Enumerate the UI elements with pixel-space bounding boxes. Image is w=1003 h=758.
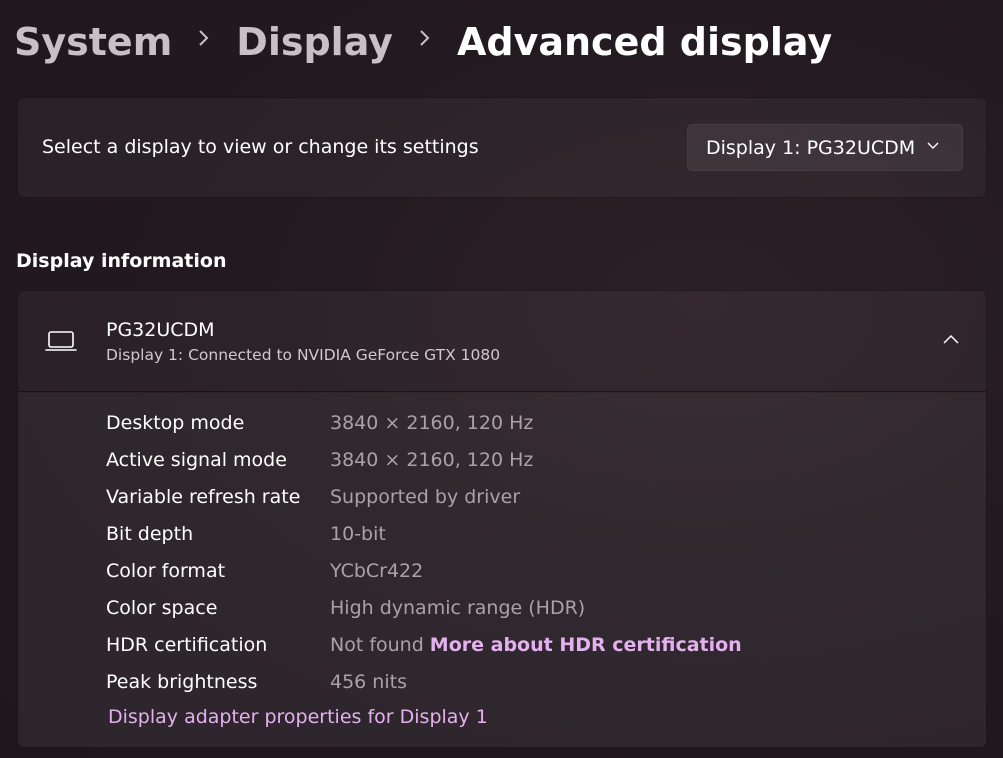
chevron-right-icon xyxy=(198,28,210,53)
info-row-variable-refresh-rate: Variable refresh rate Supported by drive… xyxy=(106,482,520,512)
info-row-peak-brightness: Peak brightness 456 nits xyxy=(106,667,407,697)
info-label: Active signal mode xyxy=(106,449,287,471)
info-row-color-space: Color space High dynamic range (HDR) xyxy=(106,593,585,623)
monitor-name: PG32UCDM xyxy=(106,319,215,341)
monitor-connection-subtitle: Display 1: Connected to NVIDIA GeForce G… xyxy=(106,346,501,364)
info-value: 3840 × 2160, 120 Hz xyxy=(330,412,534,434)
info-label: Color format xyxy=(106,560,226,582)
display-select-dropdown[interactable]: Display 1: PG32UCDM xyxy=(687,124,963,171)
section-title-display-information: Display information xyxy=(16,250,227,272)
info-value: 10-bit xyxy=(330,523,386,545)
info-row-active-signal-mode: Active signal mode 3840 × 2160, 120 Hz xyxy=(106,445,533,475)
info-label: Peak brightness xyxy=(106,671,258,693)
laptop-icon xyxy=(45,331,77,351)
chevron-up-icon[interactable] xyxy=(942,333,960,347)
breadcrumb-display[interactable]: Display xyxy=(236,20,393,64)
dropdown-value: Display 1: PG32UCDM xyxy=(706,136,916,159)
info-row-desktop-mode: Desktop mode 3840 × 2160, 120 Hz xyxy=(106,408,533,438)
display-info-card: PG32UCDM Display 1: Connected to NVIDIA … xyxy=(17,290,987,748)
display-adapter-properties-link[interactable]: Display adapter properties for Display 1 xyxy=(108,706,488,728)
info-label: Color space xyxy=(106,597,218,619)
breadcrumb: System Display Advanced display xyxy=(14,14,832,70)
info-row-hdr-certification: HDR certification Not found More about H… xyxy=(106,630,742,660)
chevron-right-icon xyxy=(419,28,431,53)
info-row-bit-depth: Bit depth 10-bit xyxy=(106,519,386,549)
breadcrumb-system[interactable]: System xyxy=(14,20,172,64)
select-display-card: Select a display to view or change its s… xyxy=(17,97,987,198)
display-info-details: Desktop mode 3840 × 2160, 120 Hz Active … xyxy=(18,393,986,747)
info-row-color-format: Color format YCbCr422 xyxy=(106,556,423,586)
info-value: YCbCr422 xyxy=(330,560,424,582)
info-label: HDR certification xyxy=(106,634,268,656)
info-value: Not found xyxy=(330,634,424,656)
display-info-header[interactable]: PG32UCDM Display 1: Connected to NVIDIA … xyxy=(18,291,986,392)
info-label: Variable refresh rate xyxy=(106,486,301,508)
info-value: 3840 × 2160, 120 Hz xyxy=(330,449,534,471)
info-value: 456 nits xyxy=(330,671,407,693)
chevron-down-icon xyxy=(927,142,939,149)
info-value: High dynamic range (HDR) xyxy=(330,597,586,619)
page-title: Advanced display xyxy=(456,20,833,64)
info-label: Bit depth xyxy=(106,523,194,545)
hdr-certification-link[interactable]: More about HDR certification xyxy=(430,634,742,656)
info-value: Supported by driver xyxy=(330,486,521,508)
select-display-label: Select a display to view or change its s… xyxy=(42,136,479,158)
info-label: Desktop mode xyxy=(106,412,245,434)
